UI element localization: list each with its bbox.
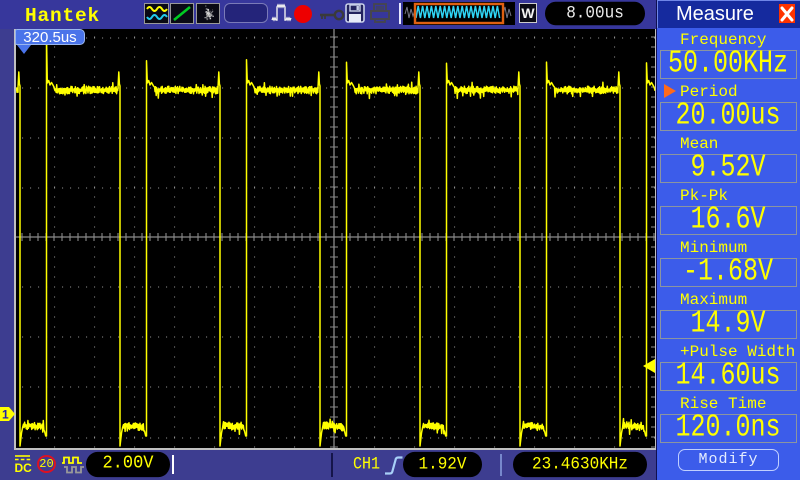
svg-text:1: 1 — [2, 408, 9, 422]
svg-text:DC: DC — [15, 461, 32, 474]
